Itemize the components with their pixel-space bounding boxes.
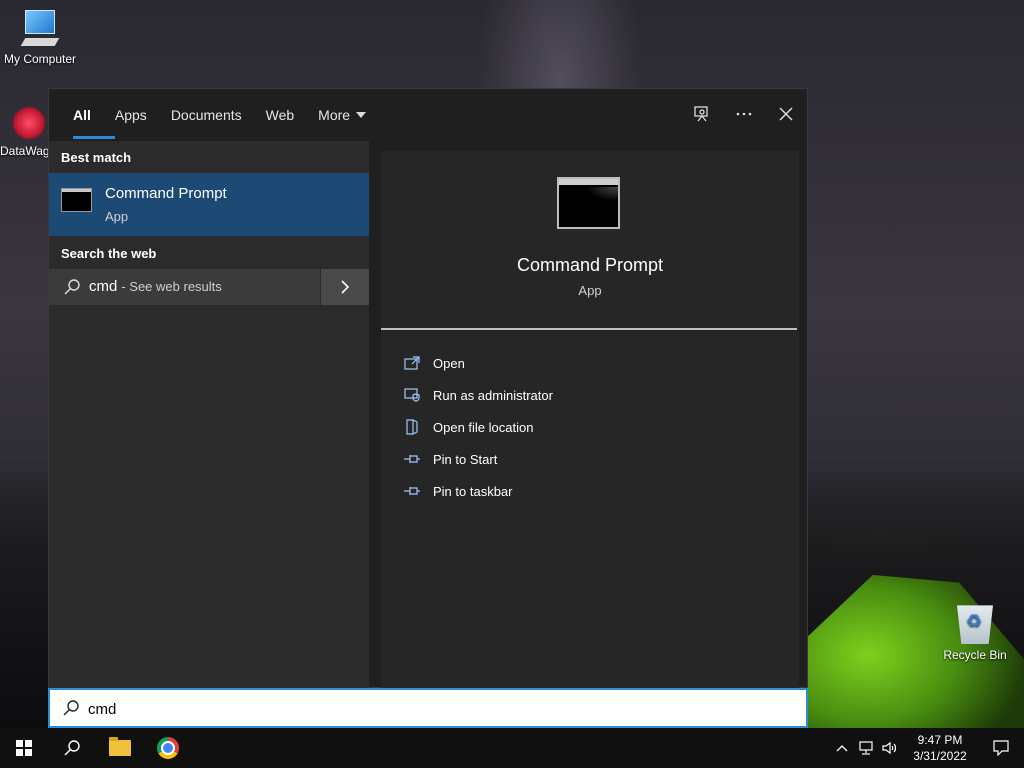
search-panel: All Apps Documents Web More Best match C… — [48, 88, 809, 689]
system-tray: 9:47 PM 3/31/2022 — [830, 728, 1024, 768]
search-web-heading: Search the web — [61, 246, 157, 261]
volume-icon[interactable] — [878, 728, 902, 768]
action-list: Open Run as administrator Open file loca… — [381, 347, 799, 507]
show-hidden-icons-chevron-icon[interactable] — [830, 728, 854, 768]
desktop-icon-datawag[interactable]: DataWag — [0, 106, 50, 158]
search-tabs: All Apps Documents Web More — [49, 89, 809, 141]
desktop-icon-label: My Computer — [3, 52, 77, 66]
tab-label: Web — [265, 107, 295, 123]
web-result-arrow-button[interactable] — [320, 269, 369, 305]
search-icon — [63, 278, 81, 301]
tab-label: Documents — [170, 107, 242, 123]
chevron-right-icon — [341, 280, 350, 294]
web-query-text: cmd — [89, 278, 118, 295]
desktop-icon-my-computer[interactable]: My Computer — [0, 8, 80, 66]
tab-label: All — [73, 107, 91, 123]
web-query-suffix: - See web results — [121, 279, 222, 294]
pin-icon — [403, 450, 421, 468]
desktop-icon-label: Recycle Bin — [943, 648, 1007, 662]
action-center-button[interactable] — [978, 728, 1024, 768]
search-input[interactable] — [88, 696, 788, 722]
tab-more[interactable]: More — [306, 89, 378, 141]
result-detail-pane: Command Prompt App Open Run as administr… — [381, 151, 799, 689]
desktop-icon-recycle-bin[interactable]: Recycle Bin — [935, 602, 1015, 662]
tab-label: More — [318, 107, 351, 123]
desktop-icon-label: DataWag — [0, 144, 50, 158]
action-open[interactable]: Open — [381, 347, 799, 379]
folder-icon — [109, 737, 131, 756]
shield-icon — [403, 386, 421, 404]
action-label: Open — [433, 355, 465, 371]
taskbar-chrome[interactable] — [144, 728, 192, 768]
command-prompt-icon — [61, 188, 92, 212]
web-search-result[interactable]: cmd - See web results — [49, 269, 369, 305]
taskbar-file-explorer[interactable] — [96, 728, 144, 768]
search-icon — [64, 740, 80, 756]
notification-icon — [993, 740, 1009, 756]
detail-title: Command Prompt — [516, 255, 664, 275]
computer-icon — [20, 8, 60, 48]
taskbar-search-box — [48, 688, 808, 728]
detail-subtitle: App — [578, 283, 602, 298]
tab-label: Apps — [114, 107, 147, 123]
search-icon — [62, 699, 80, 722]
recycle-bin-icon — [957, 605, 993, 644]
tab-documents[interactable]: Documents — [159, 89, 254, 141]
action-pin-to-taskbar[interactable]: Pin to taskbar — [381, 475, 799, 507]
pin-icon — [403, 482, 421, 500]
best-match-title: Command Prompt — [105, 185, 227, 202]
action-label: Pin to taskbar — [433, 483, 513, 499]
results-list: Best match Command Prompt App Search the… — [49, 141, 369, 689]
action-label: Run as administrator — [433, 387, 553, 403]
feedback-icon[interactable] — [687, 99, 717, 129]
start-button[interactable] — [0, 728, 48, 768]
tab-web[interactable]: Web — [254, 89, 307, 141]
taskbar-clock[interactable]: 9:47 PM 3/31/2022 — [902, 732, 978, 764]
caret-down-icon — [356, 112, 367, 118]
more-options-icon[interactable] — [729, 99, 759, 129]
command-prompt-large-icon — [557, 177, 620, 229]
taskbar: 9:47 PM 3/31/2022 — [0, 728, 1024, 768]
windows-logo-icon — [16, 740, 32, 756]
detail-divider — [381, 328, 797, 330]
chrome-icon — [157, 737, 179, 759]
network-icon[interactable] — [854, 728, 878, 768]
open-icon — [403, 354, 421, 372]
best-match-heading: Best match — [61, 150, 132, 165]
clock-time: 9:47 PM — [917, 733, 963, 747]
action-pin-to-start[interactable]: Pin to Start — [381, 443, 799, 475]
tab-all[interactable]: All — [61, 89, 115, 141]
best-match-subtitle: App — [105, 209, 129, 224]
action-open-file-location[interactable]: Open file location — [381, 411, 799, 443]
tab-apps[interactable]: Apps — [103, 89, 159, 141]
action-label: Open file location — [433, 419, 534, 435]
datawag-icon — [12, 106, 46, 140]
action-run-as-administrator[interactable]: Run as administrator — [381, 379, 799, 411]
file-location-icon — [403, 418, 421, 436]
close-icon[interactable] — [771, 99, 801, 129]
taskbar-search-button[interactable] — [48, 728, 96, 768]
clock-date: 3/31/2022 — [913, 749, 967, 763]
action-label: Pin to Start — [433, 451, 498, 467]
best-match-result[interactable]: Command Prompt App — [49, 173, 369, 236]
